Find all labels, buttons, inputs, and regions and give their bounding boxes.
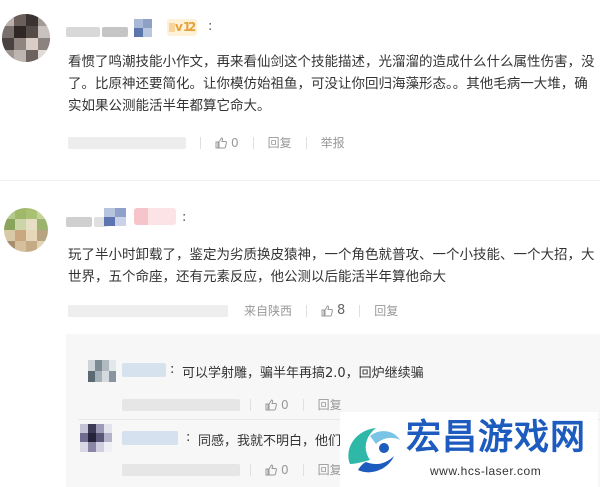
thumbs-up-icon [265,463,277,475]
meta-divider [359,304,361,317]
meta-divider [250,463,251,476]
meta-divider [200,136,201,149]
reply-meta: 0 回复 [122,396,342,413]
reply-button[interactable]: 回复 [374,302,398,319]
report-button[interactable]: 举报 [321,134,345,151]
avatar-image [4,208,48,252]
timestamp [68,136,186,149]
like-count: 8 [337,303,346,318]
user-badge-icon [134,19,152,37]
username-colon: : [182,210,187,225]
watermark-url: www.hcs-laser.com [430,464,542,478]
reply-button[interactable]: 回复 [318,461,342,478]
username-colon: : [208,19,213,34]
timestamp [122,463,240,476]
avatar[interactable] [4,208,48,252]
like-count: 0 [281,462,289,477]
comment-line: 实如果公测能活半年都算它命大。 [68,98,271,114]
like-button[interactable]: 0 [265,463,289,477]
like-count: 0 [281,397,289,412]
meta-divider [306,304,308,317]
comment-line: 看惯了鸣潮技能小作文，再来看仙剑这个技能描述，光溜溜的造成什么什么属性伤害，没 [68,54,595,70]
location: 来自陕西 [244,304,293,318]
meta-divider [302,398,304,411]
meta-divider [252,136,254,149]
username[interactable] [66,22,142,41]
reply-button[interactable]: 回复 [268,134,292,151]
comment-meta: 来自陕西 8 回复 [68,302,398,319]
avatar-image [88,360,116,382]
comment-meta: 0 回复 举报 [68,134,345,151]
avatar[interactable] [2,14,50,62]
meta-divider [302,463,304,476]
reply-text: 同感，我就不明白，他们 [198,434,342,449]
comment-line: 了。比原神还要简化。让你模仿始祖鱼，可没让你回归海藻形态。。其他毛病一大堆，确 [68,76,588,92]
avatar-image [2,14,50,62]
watermark: 宏昌游戏网 www.hcs-laser.com [340,412,598,487]
thumbs-up-icon [265,398,277,410]
level-number: 2 [188,20,197,34]
reply-button[interactable]: 回复 [318,396,342,413]
like-button[interactable]: 8 [321,303,345,318]
comment-text: 玩了半小时卸载了，鉴定为劣质换皮猿神，一个角色就普攻、一个小技能、一个大招，大 … [68,244,598,288]
reply-username[interactable] [122,362,166,381]
level-badge: v1 2 [167,19,197,36]
meta-divider [305,136,307,149]
user-badge-icon [104,208,126,226]
reply-colon: : [170,362,175,377]
comment-text: 看惯了鸣潮技能小作文，再来看仙剑这个技能描述，光溜溜的造成什么什么属性伤害，没 … [68,51,598,117]
like-count: 0 [231,135,239,150]
avatar-image [80,424,112,452]
level-badge [134,208,176,225]
watermark-logo-icon [348,428,400,473]
username[interactable] [66,212,108,231]
thumbs-up-icon [215,136,227,148]
meta-divider [250,398,251,411]
reply-text: 可以学射雕，骗半年再搞2.0，回炉继续骗 [182,366,424,381]
timestamp [68,304,228,317]
like-button[interactable]: 0 [215,136,239,150]
comment-line: 玩了半小时卸载了，鉴定为劣质换皮猿神，一个角色就普攻、一个小技能、一个大招，大 [68,247,595,263]
comment-line: 世界，五个命座，还有元素反应，他公测以后能活半年算他命大 [68,269,446,285]
reply-colon: : [186,430,191,445]
like-button[interactable]: 0 [265,398,289,412]
timestamp [122,398,240,411]
reply-username[interactable] [122,430,178,449]
watermark-title: 宏昌游戏网 [406,418,587,458]
reply-meta: 0 回复 [122,461,342,478]
reply-avatar[interactable] [88,360,116,382]
comment-divider [0,180,600,181]
reply-avatar[interactable] [80,424,112,452]
thumbs-up-icon [321,304,333,316]
